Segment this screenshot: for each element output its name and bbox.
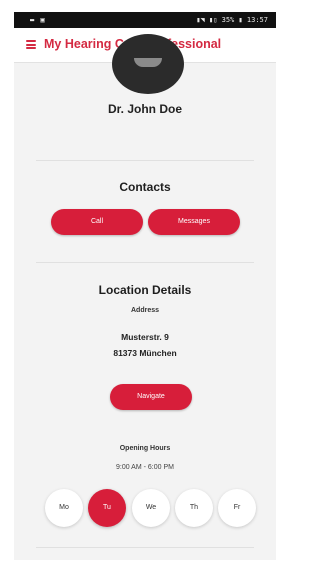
call-button[interactable]: Call bbox=[51, 209, 143, 235]
address-street: Musterstr. 9 bbox=[121, 332, 169, 342]
location-details-title: Location Details bbox=[98, 283, 192, 297]
navigate-button[interactable]: Navigate bbox=[110, 384, 192, 410]
day-monday[interactable]: Mo bbox=[45, 489, 83, 527]
day-tuesday[interactable]: Tu bbox=[88, 489, 126, 527]
avatar-face-detail bbox=[134, 58, 162, 67]
opening-hours-time: 9:00 AM - 6:00 PM bbox=[116, 464, 174, 471]
day-wednesday[interactable]: We bbox=[132, 489, 170, 527]
divider bbox=[36, 547, 254, 548]
hamburger-menu-icon[interactable] bbox=[26, 40, 36, 49]
status-bar-left-icons: ▬ ▣ bbox=[30, 16, 46, 24]
address-city: 81373 München bbox=[113, 348, 177, 358]
day-friday[interactable]: Fr bbox=[218, 489, 256, 527]
phone-screen: ▬ ▣ ▮◥ ▮▯ 35% ▮ 13:57 My Hearing Care Pr… bbox=[14, 12, 276, 560]
status-bar-right-info: ▮◥ ▮▯ 35% ▮ 13:57 bbox=[196, 16, 268, 24]
divider bbox=[36, 262, 254, 263]
opening-hours-label: Opening Hours bbox=[119, 445, 171, 452]
status-bar: ▬ ▣ ▮◥ ▮▯ 35% ▮ 13:57 bbox=[14, 12, 276, 28]
address-label: Address bbox=[130, 307, 159, 314]
professional-name: Dr. John Doe bbox=[107, 102, 182, 116]
avatar bbox=[112, 34, 184, 94]
messages-button[interactable]: Messages bbox=[148, 209, 240, 235]
contacts-title: Contacts bbox=[119, 180, 171, 194]
divider bbox=[36, 160, 254, 161]
day-thursday[interactable]: Th bbox=[175, 489, 213, 527]
